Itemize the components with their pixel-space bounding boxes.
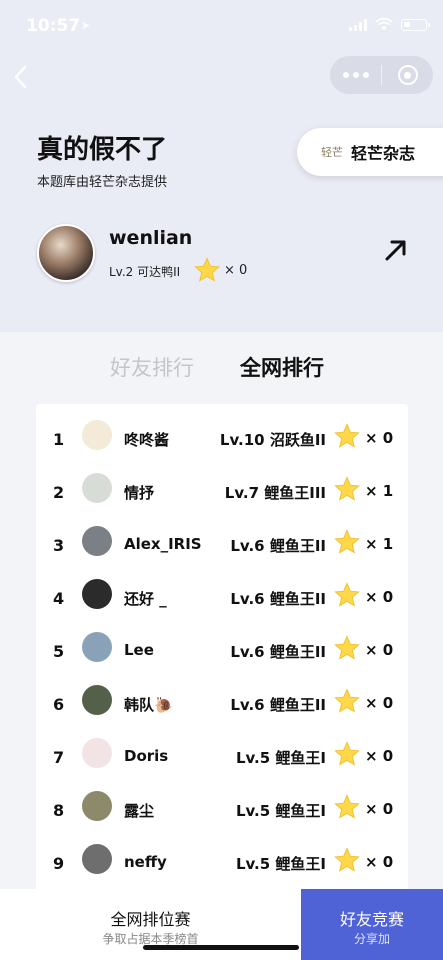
star-icon <box>334 582 360 607</box>
star-icon <box>334 847 360 872</box>
ranking-row[interactable]: 2 情抒 Lv.7 鲤鱼王III × 1 <box>36 461 408 514</box>
player-level: Lv.5 鲤鱼王I <box>235 855 326 873</box>
sponsor-name: 轻芒杂志 <box>351 144 416 163</box>
player-level: Lv.10 沼跃鱼II <box>219 431 326 449</box>
star-icon <box>334 688 360 713</box>
player-star-count: × 1 <box>365 482 394 500</box>
my-star-count: × 0 <box>224 263 248 278</box>
star-icon <box>334 423 360 448</box>
player-name: 还好 _ <box>124 590 167 608</box>
player-star-count: × 0 <box>365 429 394 447</box>
player-avatar <box>82 420 112 450</box>
ranking-row[interactable]: 5 Lee Lv.6 鲤鱼王II × 0 <box>36 620 408 673</box>
player-level: Lv.6 鲤鱼王II <box>230 696 326 714</box>
page-title: 真的假不了 <box>37 135 168 165</box>
more-options-icon[interactable] <box>330 72 381 78</box>
page-subtitle: 本题库由轻芒杂志提供 <box>37 175 168 190</box>
player-name: 露尘 <box>124 802 155 820</box>
player-star-count: × 0 <box>365 694 394 712</box>
player-name: 咚咚酱 <box>124 431 170 449</box>
player-avatar <box>82 632 112 662</box>
player-level: Lv.6 鲤鱼王II <box>230 537 326 555</box>
ranking-row[interactable]: 8 露尘 Lv.5 鲤鱼王I × 0 <box>36 779 408 832</box>
status-bar: 10:57 ➤ <box>0 0 443 50</box>
star-icon <box>194 257 220 282</box>
star-icon <box>334 741 360 766</box>
ranking-row[interactable]: 1 咚咚酱 Lv.10 沼跃鱼II × 0 <box>36 408 408 461</box>
player-avatar <box>82 791 112 821</box>
rank-number: 1 <box>53 430 65 449</box>
player-avatar <box>82 738 112 768</box>
friend-competition-subtitle: 分享加 <box>353 932 390 946</box>
player-level: Lv.6 鲤鱼王II <box>230 590 326 608</box>
player-level: Lv.5 鲤鱼王I <box>235 749 326 767</box>
close-mini-program-icon[interactable] <box>382 65 433 85</box>
player-avatar <box>82 685 112 715</box>
battery-icon <box>401 18 430 31</box>
ranking-row[interactable]: 9 neffy Lv.5 鲤鱼王I × 0 <box>36 832 408 885</box>
star-icon <box>334 794 360 819</box>
home-indicator <box>143 945 299 950</box>
rank-number: 6 <box>53 695 65 714</box>
rank-number: 2 <box>53 483 65 502</box>
rank-number: 3 <box>53 536 65 555</box>
player-avatar <box>82 526 112 556</box>
player-star-count: × 0 <box>365 853 394 871</box>
player-level: Lv.5 鲤鱼王I <box>235 802 326 820</box>
player-name: Alex_IRIS <box>124 535 202 553</box>
rank-number: 4 <box>53 589 65 608</box>
star-icon <box>334 529 360 554</box>
status-icons <box>349 18 430 31</box>
player-level: Lv.7 鲤鱼王III <box>224 484 326 502</box>
player-name: Doris <box>124 747 169 765</box>
player-name: Lee <box>124 641 154 659</box>
player-star-count: × 0 <box>365 747 394 765</box>
ranking-row[interactable]: 4 还好 _ Lv.6 鲤鱼王II × 0 <box>36 567 408 620</box>
arrow-up-right-icon[interactable] <box>383 237 409 263</box>
rank-number: 9 <box>53 854 65 873</box>
tab-friends-ranking[interactable]: 好友排行 <box>110 352 194 382</box>
status-time: 10:57 <box>26 16 81 36</box>
player-star-count: × 0 <box>365 641 394 659</box>
ranking-row[interactable]: 7 Doris Lv.5 鲤鱼王I × 0 <box>36 726 408 779</box>
player-name: neffy <box>124 853 167 871</box>
player-star-count: × 1 <box>365 535 394 553</box>
ranking-row[interactable]: 6 韩队🐌 Lv.6 鲤鱼王II × 0 <box>36 673 408 726</box>
star-icon <box>334 635 360 660</box>
my-level: Lv.2 可达鸭II <box>109 265 181 279</box>
player-avatar <box>82 844 112 874</box>
wifi-icon <box>375 18 393 31</box>
global-rank-match-title: 全网排位赛 <box>110 910 191 929</box>
player-name: 韩队🐌 <box>124 696 173 714</box>
star-icon <box>334 476 360 501</box>
friend-competition-title: 好友竞赛 <box>339 910 404 929</box>
sponsor-logo: 轻芒 <box>321 146 343 159</box>
player-star-count: × 0 <box>365 588 394 606</box>
sponsor-button[interactable]: 轻芒 轻芒杂志 <box>297 128 443 176</box>
signal-icon <box>349 18 367 31</box>
location-arrow-icon: ➤ <box>81 19 91 32</box>
rank-number: 7 <box>53 748 65 767</box>
rank-number: 5 <box>53 642 65 661</box>
my-avatar <box>37 224 95 282</box>
player-star-count: × 0 <box>365 800 394 818</box>
back-icon[interactable] <box>8 60 32 94</box>
player-avatar <box>82 579 112 609</box>
player-level: Lv.6 鲤鱼王II <box>230 643 326 661</box>
player-name: 情抒 <box>124 484 155 502</box>
mini-program-capsule <box>330 56 433 94</box>
my-username: wenlian <box>109 227 193 249</box>
friend-competition-button[interactable]: 好友竞赛 分享加 <box>301 889 443 960</box>
rank-number: 8 <box>53 801 65 820</box>
player-avatar <box>82 473 112 503</box>
ranking-row[interactable]: 3 Alex_IRIS Lv.6 鲤鱼王II × 1 <box>36 514 408 567</box>
battery-level <box>404 21 410 27</box>
tab-global-ranking[interactable]: 全网排行 <box>240 352 324 382</box>
